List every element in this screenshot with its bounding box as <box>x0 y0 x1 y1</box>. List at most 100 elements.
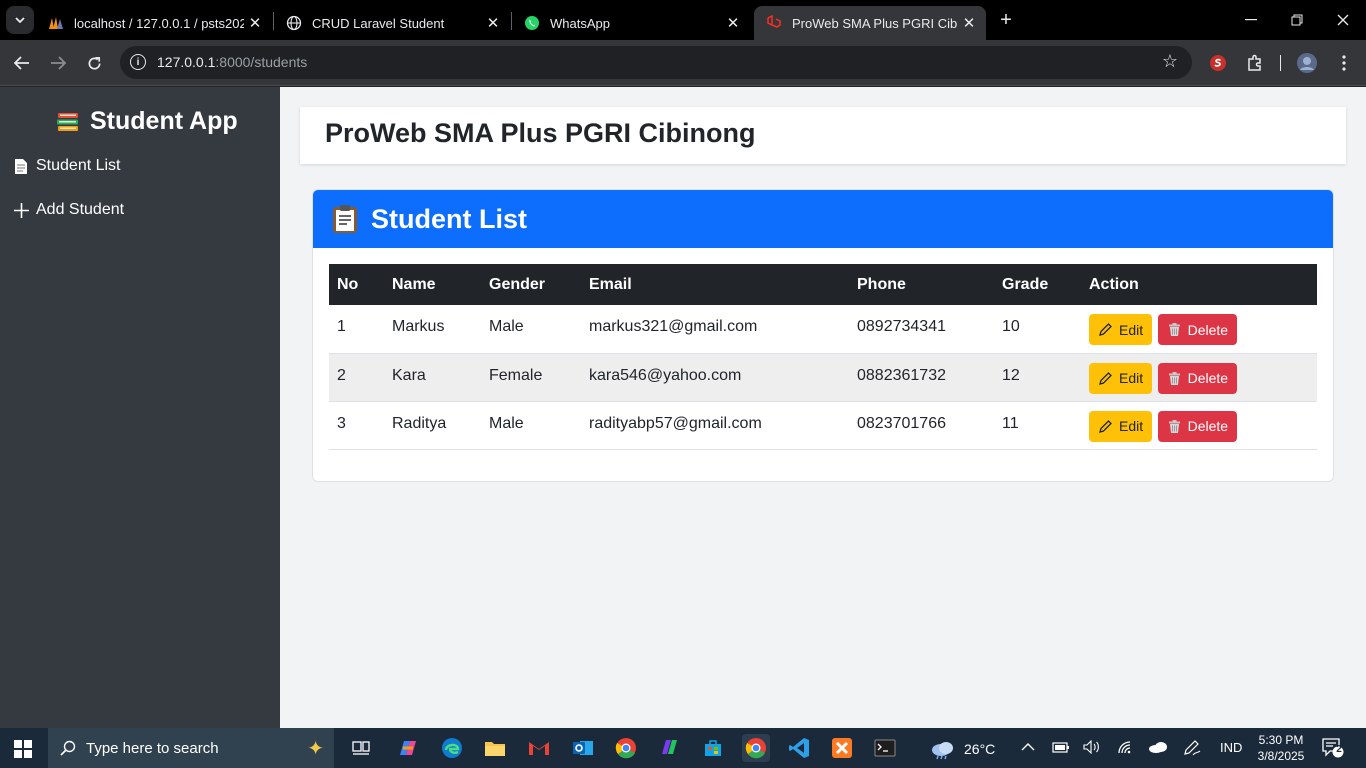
windows-start-icon[interactable] <box>14 740 32 758</box>
back-button[interactable] <box>9 50 35 76</box>
url-text[interactable]: 127.0.0.1:8000/students <box>157 54 307 70</box>
chrome-active-icon[interactable] <box>742 734 770 762</box>
file-explorer-icon[interactable] <box>481 734 509 762</box>
close-icon[interactable]: ✕ <box>482 14 504 32</box>
sidebar-item-label: Student List <box>36 157 121 174</box>
restore-button[interactable] <box>1274 0 1320 40</box>
trash-icon <box>1168 419 1180 433</box>
column-header: No <box>337 275 359 293</box>
close-window-button[interactable] <box>1320 0 1366 40</box>
cell-name: Kara <box>392 366 426 384</box>
pencil-icon <box>1099 371 1112 385</box>
new-tab-button[interactable]: + <box>994 8 1018 32</box>
terminal-icon[interactable] <box>871 734 899 762</box>
bookmark-star-icon[interactable]: ☆ <box>1162 51 1178 72</box>
windows-taskbar: Type here to search ✦ 26°C IND 5:30 PM 3… <box>0 728 1366 768</box>
cell-no: 2 <box>337 366 346 384</box>
cell-email: markus321@gmail.com <box>589 318 758 335</box>
system-clock[interactable]: 5:30 PM 3/8/2025 <box>1252 732 1310 764</box>
column-header: Name <box>392 275 436 293</box>
extensions-puzzle-icon[interactable] <box>1242 50 1268 76</box>
close-icon[interactable]: ✕ <box>958 14 980 32</box>
delete-button[interactable]: Delete <box>1157 410 1238 442</box>
tab-title: localhost / 127.0.0.1 / psts2025 <box>74 15 244 31</box>
chevron-up-icon[interactable] <box>1021 740 1035 755</box>
table-row: 2 Kara Female kara546@yahoo.com 08823617… <box>329 353 1317 401</box>
column-header: Grade <box>1002 275 1049 293</box>
sparkle-icon: ✦ <box>307 738 324 760</box>
pencil-icon <box>1099 419 1112 433</box>
cell-no: 3 <box>337 414 346 432</box>
site-info-icon[interactable]: i <box>130 54 146 70</box>
delete-button[interactable]: Delete <box>1157 362 1238 394</box>
delete-button[interactable]: Delete <box>1157 314 1238 345</box>
document-icon <box>12 157 30 175</box>
cell-phone: 0823701766 <box>857 414 946 432</box>
cell-action: Edit Delete <box>1081 305 1317 353</box>
copilot-icon[interactable] <box>394 734 422 762</box>
battery-icon[interactable] <box>1052 740 1070 757</box>
cell-name: Markus <box>392 318 445 335</box>
forward-button[interactable] <box>45 50 71 76</box>
edit-button[interactable]: Edit <box>1089 410 1153 442</box>
notification-center[interactable]: 2 <box>1322 738 1344 758</box>
close-icon[interactable]: ✕ <box>722 14 744 32</box>
minimize-button[interactable] <box>1228 0 1274 40</box>
cloudy-weather-icon <box>932 742 953 760</box>
globe-icon <box>286 15 302 31</box>
close-icon[interactable]: ✕ <box>244 14 266 32</box>
outlook-icon[interactable] <box>569 734 597 762</box>
tab-search-button[interactable] <box>6 6 34 34</box>
toolbar-divider <box>1280 55 1281 71</box>
card-title: Student List <box>371 203 527 234</box>
browser-tab-strip: localhost / 127.0.0.1 / psts2025 ✕ CRUD … <box>0 0 1366 40</box>
profile-avatar[interactable] <box>1294 50 1320 76</box>
students-table: No Name Gender Email Phone Grade Action … <box>329 264 1317 450</box>
edit-button[interactable]: Edit <box>1089 362 1153 394</box>
table-header-row: No Name Gender Email Phone Grade Action <box>329 264 1317 305</box>
wifi-icon[interactable] <box>1117 740 1135 757</box>
onedrive-cloud-icon[interactable] <box>1148 741 1168 756</box>
sidebar-item-student-list[interactable]: Student List <box>12 157 121 175</box>
whatsapp-icon <box>524 15 540 31</box>
taskbar-search-box[interactable]: Type here to search ✦ <box>48 728 334 768</box>
column-header: Email <box>589 275 632 293</box>
speaker-icon[interactable] <box>1083 739 1101 757</box>
brand-title: Student App <box>90 107 238 135</box>
extension-icon[interactable] <box>1205 50 1231 76</box>
pen-icon[interactable] <box>1183 740 1201 759</box>
cell-email: kara546@yahoo.com <box>589 366 742 384</box>
cell-action: Edit Delete <box>1081 353 1317 401</box>
sidebar-brand[interactable]: Student App <box>56 107 238 136</box>
browser-tab-whatsapp[interactable]: WhatsApp ✕ <box>512 6 750 40</box>
sidebar: Student App Student List Add Student <box>0 87 280 728</box>
sidebar-item-label: Add Student <box>36 201 125 218</box>
m365-icon[interactable] <box>656 734 684 762</box>
reload-button[interactable] <box>81 50 107 76</box>
cell-grade: 11 <box>1002 414 1019 432</box>
trash-icon <box>1168 371 1180 385</box>
weather-widget[interactable]: 26°C <box>930 738 995 760</box>
edit-button[interactable]: Edit <box>1089 314 1153 345</box>
search-icon <box>60 740 76 756</box>
cell-grade: 10 <box>1002 318 1020 335</box>
vscode-icon[interactable] <box>785 734 813 762</box>
input-language[interactable]: IND <box>1220 740 1242 755</box>
cell-grade: 12 <box>1002 366 1020 384</box>
address-bar[interactable]: i 127.0.0.1:8000/students ☆ <box>120 46 1192 79</box>
browser-tab-proweb[interactable]: ProWeb SMA Plus PGRI Cibinong ✕ <box>754 6 986 40</box>
xampp-icon[interactable] <box>828 734 856 762</box>
sidebar-item-add-student[interactable]: Add Student <box>12 201 124 219</box>
more-menu-icon[interactable] <box>1331 50 1357 76</box>
tab-title: CRUD Laravel Student <box>312 15 445 31</box>
page-title: ProWeb SMA Plus PGRI Cibinong <box>325 118 756 148</box>
task-view-icon[interactable] <box>347 734 375 762</box>
edge-icon[interactable] <box>438 734 466 762</box>
chrome-icon[interactable] <box>612 734 640 762</box>
gmail-icon[interactable] <box>525 734 553 762</box>
microsoft-store-icon[interactable] <box>699 734 727 762</box>
browser-tab-crud-laravel[interactable]: CRUD Laravel Student ✕ <box>274 6 510 40</box>
column-header: Action <box>1089 275 1139 293</box>
browser-tab-phpmyadmin[interactable]: localhost / 127.0.0.1 / psts2025 ✕ <box>36 6 272 40</box>
cell-gender: Male <box>489 318 524 335</box>
